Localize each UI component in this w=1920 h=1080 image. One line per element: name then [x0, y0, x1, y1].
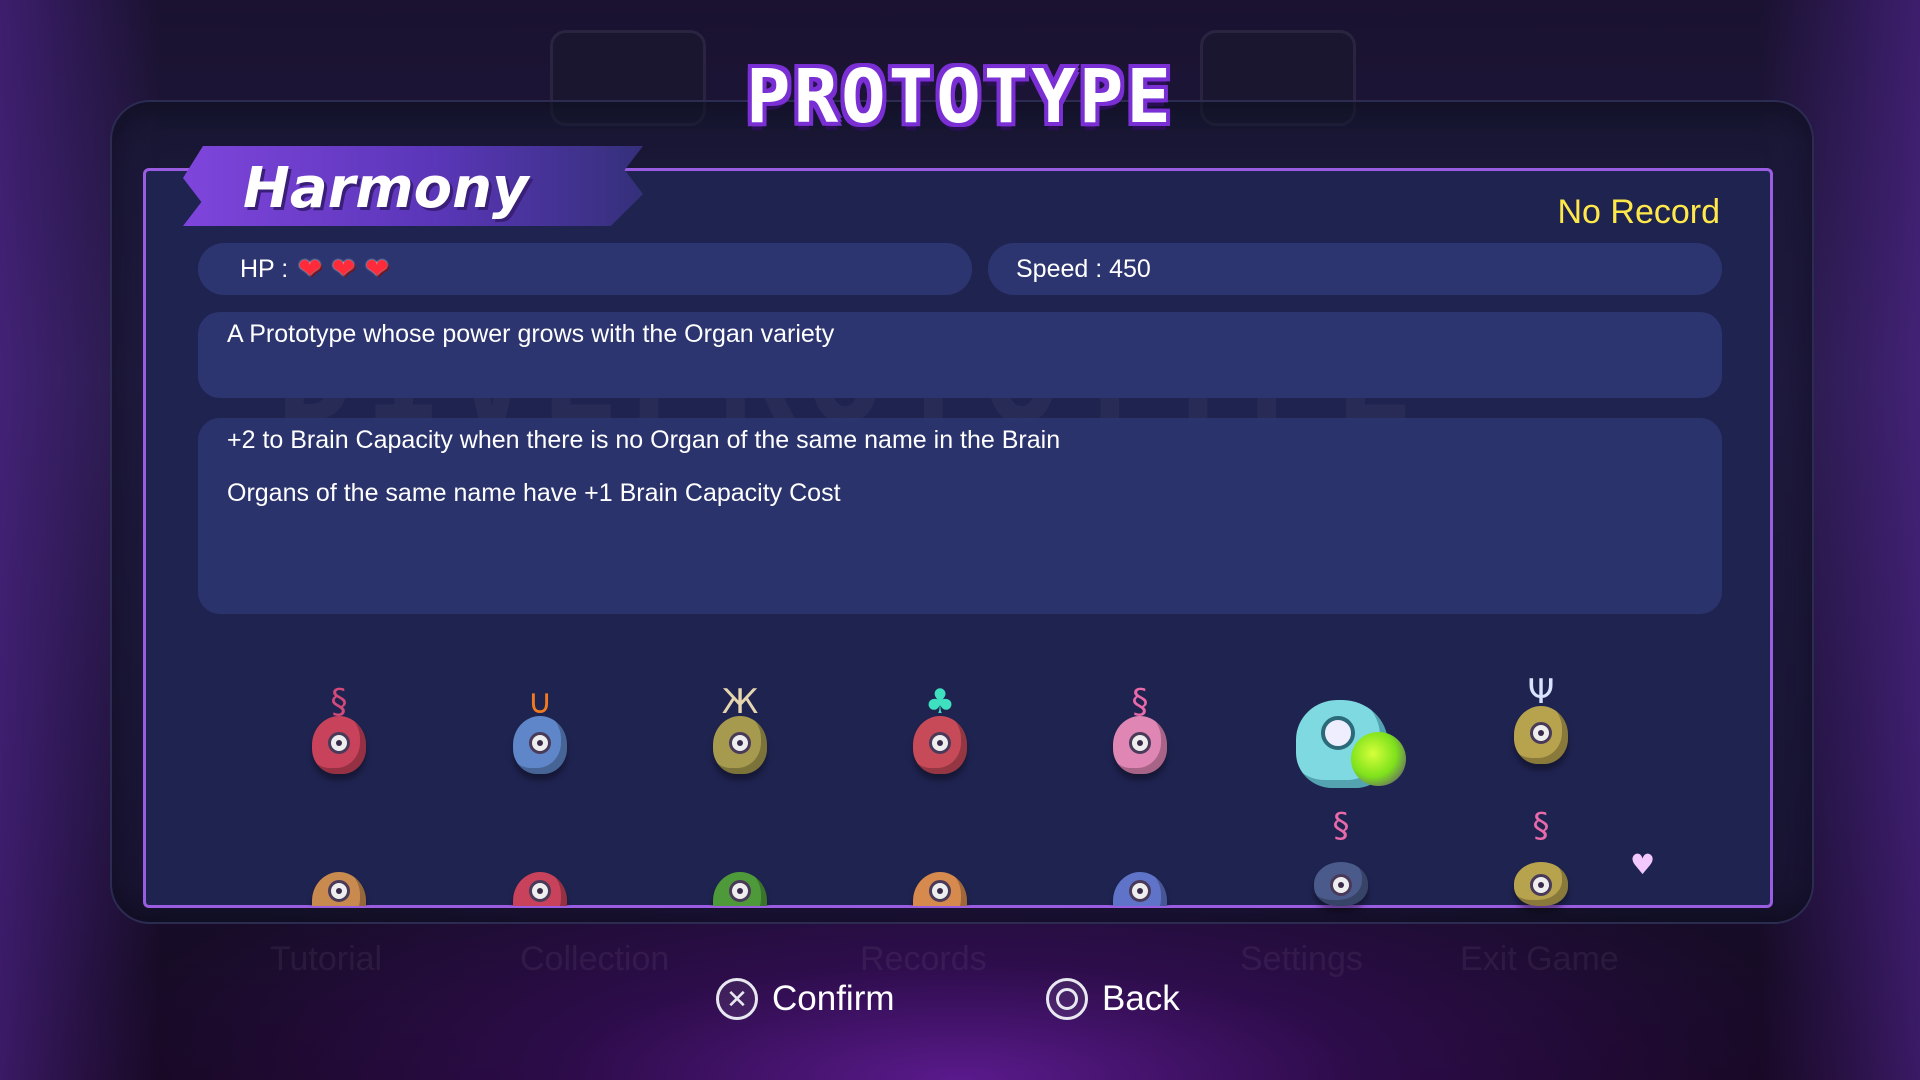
- eye-icon: [729, 880, 751, 902]
- organ-slot[interactable]: §: [1306, 806, 1376, 906]
- organ-slot[interactable]: §: [304, 682, 374, 782]
- tentacle-icon: §: [1532, 806, 1550, 846]
- eye-icon: [1129, 732, 1151, 754]
- organ-slot[interactable]: Ψ: [1506, 672, 1576, 772]
- selected-organ-slot[interactable]: [1291, 696, 1411, 796]
- ghost-menu-settings: Settings: [1240, 940, 1363, 978]
- eye-icon: [328, 880, 350, 902]
- eye-icon: [1530, 722, 1552, 744]
- eye-icon: [929, 732, 951, 754]
- hp-hearts: ❤ ❤ ❤: [298, 255, 388, 283]
- prototype-description: A Prototype whose power grows with the O…: [198, 312, 1722, 398]
- organ-slot[interactable]: [1105, 846, 1175, 906]
- heart-icon: ❤: [298, 253, 322, 284]
- green-slime-icon: [1351, 732, 1406, 786]
- organ-slot[interactable]: [304, 846, 374, 906]
- ghost-menu-tutorial: Tutorial: [270, 940, 383, 978]
- effect-text: +2 to Brain Capacity when there is no Or…: [227, 426, 1061, 454]
- eye-icon: [729, 732, 751, 754]
- ghost-menu-collection: Collection: [520, 940, 670, 978]
- organ-slot[interactable]: Ж: [705, 682, 775, 782]
- eye-icon: [529, 880, 551, 902]
- organ-slot[interactable]: §: [1506, 806, 1576, 906]
- ghost-menu-exit: Exit Game: [1460, 940, 1619, 978]
- confirm-label: Confirm: [772, 979, 895, 1018]
- organ-slot[interactable]: §: [1105, 682, 1175, 782]
- organ-slot[interactable]: [905, 846, 975, 906]
- eye-icon: [929, 880, 951, 902]
- hp-label: HP :: [240, 254, 289, 283]
- organ-slot[interactable]: [505, 846, 575, 906]
- eye-icon: [328, 732, 350, 754]
- eye-icon: [1129, 880, 1151, 902]
- heart-icon: ❤: [331, 253, 356, 284]
- prototype-effects: +2 to Brain Capacity when there is no Or…: [198, 418, 1722, 614]
- back-button[interactable]: Back: [1046, 978, 1180, 1020]
- tentacle-icon: §: [1332, 806, 1350, 846]
- eye-icon: [1530, 874, 1552, 896]
- confirm-button[interactable]: ✕ Confirm: [716, 978, 895, 1020]
- organ-slot[interactable]: ♣: [905, 682, 975, 782]
- eye-icon: [1321, 716, 1355, 750]
- eye-icon: [1330, 874, 1352, 896]
- hp-stat: HP : ❤ ❤ ❤: [198, 243, 972, 295]
- cross-button-icon: ✕: [716, 978, 758, 1020]
- organ-slot[interactable]: ∪: [505, 682, 575, 782]
- heart-icon: ❤: [365, 253, 389, 284]
- eye-icon: [529, 732, 551, 754]
- back-label: Back: [1102, 979, 1180, 1018]
- description-text: A Prototype whose power grows with the O…: [227, 320, 835, 348]
- effect-text: Organs of the same name have +1 Brain Ca…: [227, 479, 841, 507]
- record-status: No Record: [1557, 193, 1720, 231]
- ghost-menu-records: Records: [860, 940, 987, 978]
- circle-button-icon: [1046, 978, 1088, 1020]
- prototype-name: Harmony: [243, 156, 529, 221]
- screen-title: PROTOTYPE: [746, 54, 1174, 140]
- speed-label: Speed : 450: [1016, 254, 1151, 283]
- organ-slot[interactable]: [705, 846, 775, 906]
- scroll-down-indicator-icon[interactable]: ♥: [1630, 848, 1655, 881]
- speed-stat: Speed : 450: [988, 243, 1722, 295]
